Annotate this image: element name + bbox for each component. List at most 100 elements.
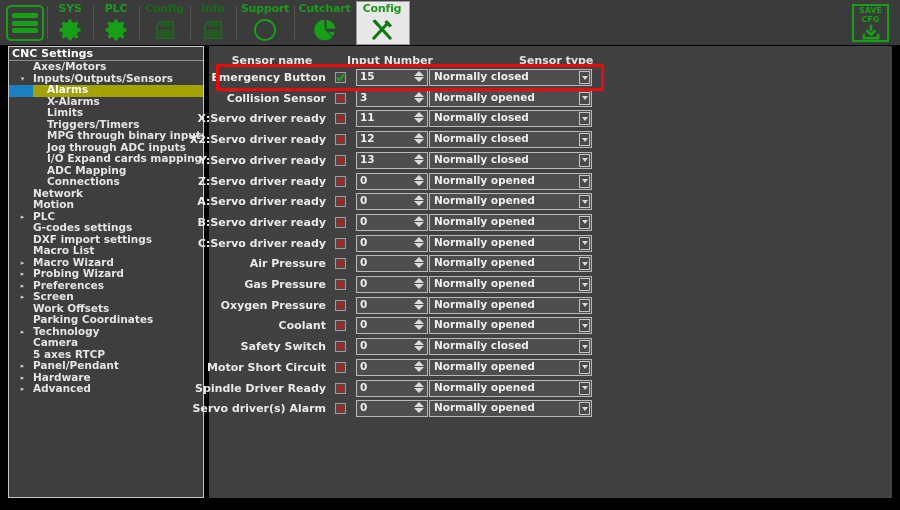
sensor-type-dropdown[interactable]: Normally opened: [429, 235, 592, 252]
chevron-down-icon[interactable]: [579, 71, 590, 84]
sensor-type-dropdown[interactable]: Normally closed: [429, 131, 592, 148]
tree-twisty-closed-icon[interactable]: ▸: [18, 361, 27, 373]
tree-twisty-closed-icon[interactable]: ▸: [18, 292, 27, 304]
stepper-up-icon[interactable]: [414, 278, 424, 283]
sensor-enabled-checkbox[interactable]: [335, 258, 346, 269]
chevron-down-icon[interactable]: [579, 195, 590, 208]
sensor-type-dropdown[interactable]: Normally opened: [429, 193, 592, 210]
stepper-up-icon[interactable]: [414, 299, 424, 304]
stepper-down-icon[interactable]: [414, 284, 424, 289]
sensor-type-dropdown[interactable]: Normally closed: [429, 152, 592, 169]
sensor-type-dropdown[interactable]: Normally opened: [429, 359, 592, 376]
sensor-type-dropdown[interactable]: Normally closed: [429, 69, 592, 86]
sidebar-item-limits[interactable]: Limits: [9, 108, 203, 120]
tree-twisty-closed-icon[interactable]: ▸: [18, 327, 27, 339]
stepper-buttons[interactable]: [413, 339, 424, 354]
sensor-type-dropdown[interactable]: Normally opened: [429, 255, 592, 272]
sidebar-item-alarms[interactable]: Alarms: [9, 85, 203, 97]
stepper-buttons[interactable]: [413, 360, 424, 375]
sidebar-item-camera[interactable]: Camera: [9, 338, 203, 350]
hamburger-menu-icon[interactable]: [6, 5, 44, 41]
sensor-enabled-checkbox[interactable]: [335, 196, 346, 207]
input-number-stepper[interactable]: 3: [356, 90, 428, 107]
stepper-up-icon[interactable]: [414, 257, 424, 262]
stepper-buttons[interactable]: [413, 256, 424, 271]
sensor-enabled-checkbox[interactable]: [335, 93, 346, 104]
input-number-stepper[interactable]: 0: [356, 380, 428, 397]
sensor-type-dropdown[interactable]: Normally opened: [429, 276, 592, 293]
toolbar-tab-plc-1[interactable]: PLC: [96, 0, 136, 45]
stepper-down-icon[interactable]: [414, 325, 424, 330]
sensor-enabled-checkbox[interactable]: [335, 383, 346, 394]
sensor-enabled-checkbox[interactable]: [335, 134, 346, 145]
sensor-enabled-checkbox[interactable]: [335, 238, 346, 249]
tree-twisty-closed-icon[interactable]: ▸: [18, 384, 27, 396]
chevron-down-icon[interactable]: [579, 402, 590, 415]
sidebar-item-inputs-outputs-sensors[interactable]: ▾Inputs/Outputs/Sensors: [9, 74, 203, 86]
sidebar-item-axes-motors[interactable]: Axes/Motors: [9, 62, 203, 74]
toolbar-tab-support-4[interactable]: Support: [239, 0, 291, 45]
sensor-type-dropdown[interactable]: Normally opened: [429, 173, 592, 190]
stepper-down-icon[interactable]: [414, 118, 424, 123]
stepper-up-icon[interactable]: [414, 154, 424, 159]
sensor-type-dropdown[interactable]: Normally closed: [429, 110, 592, 127]
sensor-type-dropdown[interactable]: Normally opened: [429, 297, 592, 314]
stepper-down-icon[interactable]: [414, 201, 424, 206]
input-number-stepper[interactable]: 0: [356, 193, 428, 210]
sensor-enabled-checkbox[interactable]: [335, 362, 346, 373]
input-number-stepper[interactable]: 0: [356, 235, 428, 252]
stepper-down-icon[interactable]: [414, 77, 424, 82]
sidebar-item-macro-list[interactable]: Macro List: [9, 246, 203, 258]
sidebar-item-screen[interactable]: ▸Screen: [9, 292, 203, 304]
input-number-stepper[interactable]: 12: [356, 131, 428, 148]
stepper-down-icon[interactable]: [414, 408, 424, 413]
sensor-type-dropdown[interactable]: Normally opened: [429, 317, 592, 334]
input-number-stepper[interactable]: 0: [356, 255, 428, 272]
chevron-down-icon[interactable]: [579, 319, 590, 332]
chevron-down-icon[interactable]: [579, 340, 590, 353]
chevron-down-icon[interactable]: [579, 216, 590, 229]
sensor-enabled-checkbox[interactable]: [335, 300, 346, 311]
stepper-down-icon[interactable]: [414, 98, 424, 103]
input-number-stepper[interactable]: 0: [356, 276, 428, 293]
sensor-enabled-checkbox[interactable]: [335, 155, 346, 166]
stepper-buttons[interactable]: [413, 153, 424, 168]
input-number-stepper[interactable]: 0: [356, 297, 428, 314]
input-number-stepper[interactable]: 0: [356, 338, 428, 355]
sidebar-item-i-o-expand-cards-mapping[interactable]: I/O Expand cards mapping: [9, 154, 203, 166]
sensor-enabled-checkbox[interactable]: [335, 72, 346, 83]
sidebar-item-probing-wizard[interactable]: ▸Probing Wizard: [9, 269, 203, 281]
sidebar-item-parking-coordinates[interactable]: Parking Coordinates: [9, 315, 203, 327]
sensor-type-dropdown[interactable]: Normally opened: [429, 400, 592, 417]
toolbar-tab-cutchart-5[interactable]: Cutchart: [297, 0, 352, 45]
stepper-up-icon[interactable]: [414, 71, 424, 76]
stepper-down-icon[interactable]: [414, 388, 424, 393]
sidebar-item-x-alarms[interactable]: X-Alarms: [9, 97, 203, 109]
chevron-down-icon[interactable]: [579, 154, 590, 167]
tree-twisty-closed-icon[interactable]: ▸: [18, 212, 27, 224]
stepper-up-icon[interactable]: [414, 112, 424, 117]
input-number-stepper[interactable]: 15: [356, 69, 428, 86]
stepper-buttons[interactable]: [413, 236, 424, 251]
stepper-down-icon[interactable]: [414, 305, 424, 310]
stepper-buttons[interactable]: [413, 174, 424, 189]
stepper-down-icon[interactable]: [414, 263, 424, 268]
input-number-stepper[interactable]: 0: [356, 400, 428, 417]
sensor-enabled-checkbox[interactable]: [335, 176, 346, 187]
stepper-up-icon[interactable]: [414, 237, 424, 242]
sensor-type-dropdown[interactable]: Normally opened: [429, 90, 592, 107]
tree-twisty-closed-icon[interactable]: ▸: [18, 281, 27, 293]
stepper-up-icon[interactable]: [414, 319, 424, 324]
stepper-down-icon[interactable]: [414, 222, 424, 227]
tree-twisty-closed-icon[interactable]: ▸: [18, 258, 27, 270]
chevron-down-icon[interactable]: [579, 382, 590, 395]
input-number-stepper[interactable]: 11: [356, 110, 428, 127]
sidebar-item-advanced[interactable]: ▸Advanced: [9, 384, 203, 396]
chevron-down-icon[interactable]: [579, 92, 590, 105]
stepper-up-icon[interactable]: [414, 175, 424, 180]
sensor-enabled-checkbox[interactable]: [335, 279, 346, 290]
tree-twisty-open-icon[interactable]: ▾: [18, 74, 27, 86]
settings-tree-sidebar[interactable]: CNC Settings Axes/Motors▾Inputs/Outputs/…: [8, 46, 204, 498]
sensor-enabled-checkbox[interactable]: [335, 403, 346, 414]
sensor-enabled-checkbox[interactable]: [335, 113, 346, 124]
